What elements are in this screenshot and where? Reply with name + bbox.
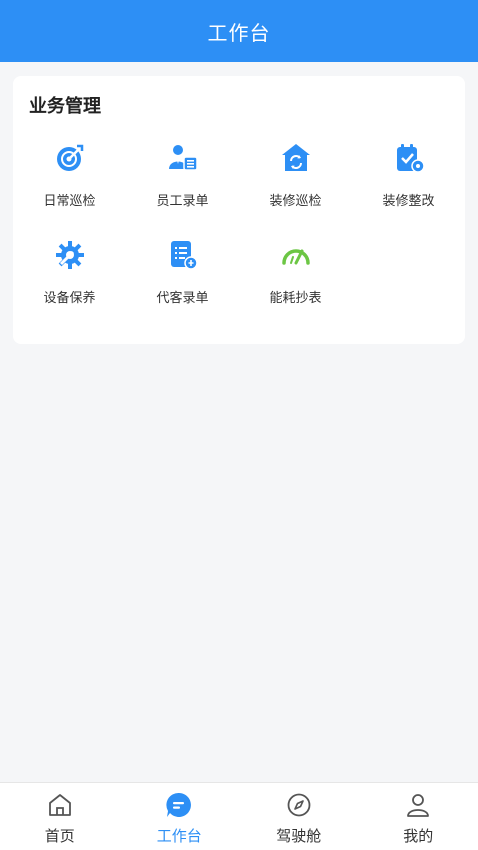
grid-item-energy-meter-reading[interactable]: 能耗抄表 bbox=[239, 233, 352, 330]
tab-label: 驾驶舱 bbox=[276, 827, 322, 845]
user-icon bbox=[404, 791, 432, 819]
header-bar: 工作台 bbox=[0, 0, 478, 62]
business-management-card: 业务管理 日常巡检 员工录单 装修巡检 装修整改 设备保养 代客录单 能耗抄表 bbox=[13, 76, 465, 344]
target-check-icon bbox=[52, 140, 88, 176]
document-list-icon bbox=[165, 237, 201, 273]
section-title: 业务管理 bbox=[29, 96, 101, 117]
grid-item-label: 日常巡检 bbox=[43, 194, 96, 209]
tab-mine[interactable]: 我的 bbox=[359, 783, 478, 850]
grid-item-label: 员工录单 bbox=[156, 194, 209, 209]
grid-item-label: 装修整改 bbox=[382, 194, 435, 209]
grid-item-daily-inspection[interactable]: 日常巡检 bbox=[13, 136, 126, 233]
grid-item-label: 装修巡检 bbox=[269, 194, 322, 209]
grid-item-proxy-order[interactable]: 代客录单 bbox=[126, 233, 239, 330]
chat-bubble-icon bbox=[165, 791, 193, 819]
function-grid: 日常巡检 员工录单 装修巡检 装修整改 设备保养 代客录单 能耗抄表 bbox=[13, 136, 465, 330]
tab-label: 工作台 bbox=[156, 827, 202, 845]
grid-item-employee-order[interactable]: 员工录单 bbox=[126, 136, 239, 233]
gauge-meter-icon bbox=[278, 237, 314, 273]
compass-icon bbox=[285, 791, 313, 819]
tab-home[interactable]: 首页 bbox=[0, 783, 120, 850]
tab-workbench[interactable]: 工作台 bbox=[120, 783, 240, 850]
grid-item-equipment-maintenance[interactable]: 设备保养 bbox=[13, 233, 126, 330]
employee-form-icon bbox=[165, 140, 201, 176]
house-refresh-icon bbox=[278, 140, 314, 176]
bottom-tab-bar: 首页 工作台 驾驶舱 我的 bbox=[0, 782, 478, 850]
gear-wrench-icon bbox=[52, 237, 88, 273]
grid-item-label: 代客录单 bbox=[156, 291, 209, 306]
tab-label: 首页 bbox=[44, 827, 75, 845]
grid-item-renovation-rectification[interactable]: 装修整改 bbox=[352, 136, 465, 233]
tab-cockpit[interactable]: 驾驶舱 bbox=[239, 783, 359, 850]
clipboard-gear-icon bbox=[391, 140, 427, 176]
page-title: 工作台 bbox=[207, 20, 271, 45]
grid-item-renovation-inspection[interactable]: 装修巡检 bbox=[239, 136, 352, 233]
grid-item-label: 能耗抄表 bbox=[269, 291, 322, 306]
tab-label: 我的 bbox=[403, 827, 434, 845]
grid-item-label: 设备保养 bbox=[43, 291, 96, 306]
home-icon bbox=[46, 791, 74, 819]
